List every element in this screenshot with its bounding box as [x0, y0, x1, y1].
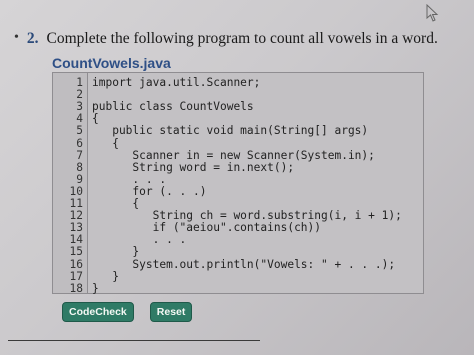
- mouse-cursor-icon: [426, 4, 439, 22]
- line-number: 7: [76, 148, 83, 162]
- action-buttons: CodeCheck Reset: [62, 302, 193, 322]
- code-editor[interactable]: 1 import java.util.Scanner; 2 3 public class…: [52, 72, 424, 294]
- question-text: Complete the following program to count …: [46, 30, 438, 47]
- line-code: . . .: [92, 172, 167, 186]
- line-number: 5: [76, 124, 83, 138]
- line-number: 16: [69, 257, 83, 271]
- line-number: 6: [76, 136, 83, 150]
- line-code: String word = in.next();: [92, 160, 295, 174]
- line-code: System.out.println("Vowels: " + . . .);: [92, 257, 396, 271]
- line-number: 18: [69, 281, 83, 295]
- divider-line: [8, 340, 260, 341]
- line-code: }: [92, 281, 99, 295]
- line-code: }: [92, 269, 119, 283]
- line-code: Scanner in = new Scanner(System.in);: [92, 148, 375, 162]
- line-code: import java.util.Scanner;: [92, 76, 261, 89]
- line-number: 15: [69, 245, 83, 259]
- line-code: public class CountVowels: [92, 100, 254, 114]
- question-bullet: •: [14, 30, 19, 45]
- line-code: public static void main(String[] args): [92, 124, 369, 138]
- line-number: 17: [69, 269, 83, 283]
- line-code: }: [92, 245, 140, 259]
- code-filename: CountVowels.java: [52, 55, 171, 71]
- reset-button[interactable]: Reset: [149, 302, 193, 322]
- line-number: 8: [76, 160, 83, 174]
- line-number: 9: [76, 172, 83, 186]
- question-number: 2.: [26, 30, 39, 47]
- question-prompt: • 2. Complete the following program to c…: [14, 30, 438, 48]
- codecheck-button[interactable]: CodeCheck: [62, 302, 134, 322]
- line-code: {: [92, 136, 119, 150]
